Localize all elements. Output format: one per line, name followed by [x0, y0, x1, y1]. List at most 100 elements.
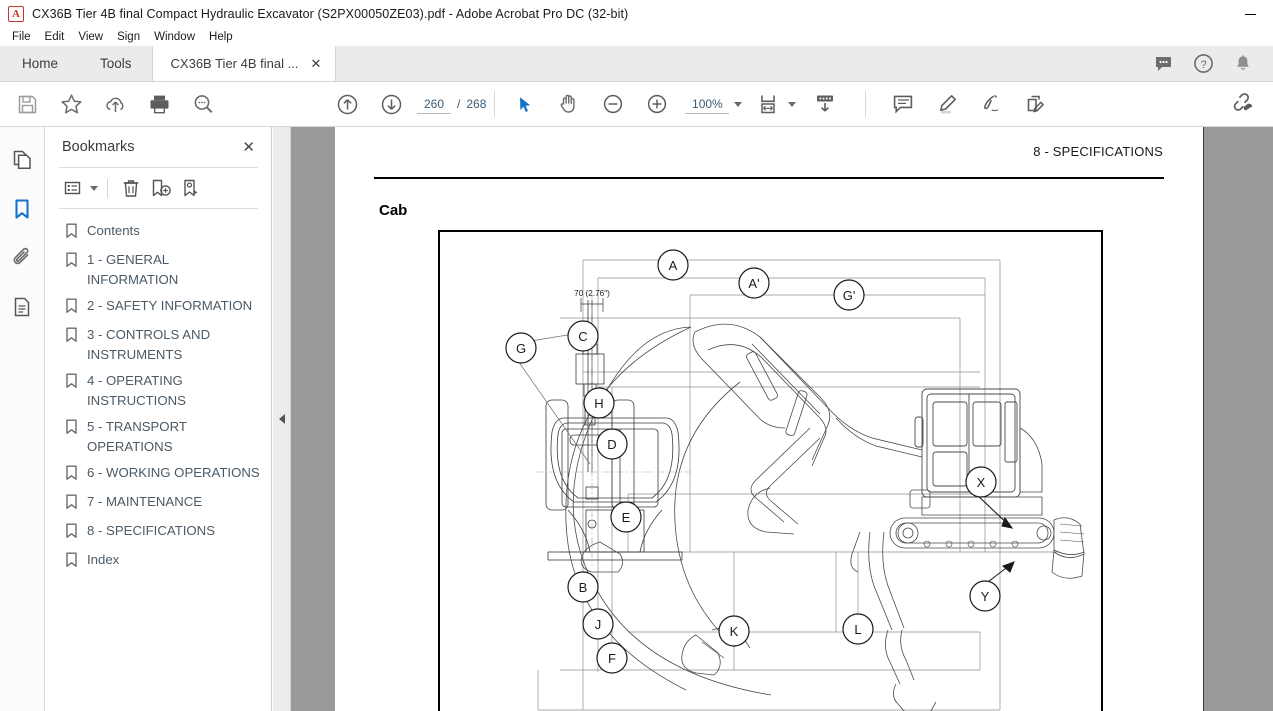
callout-G-prime: G' [833, 279, 865, 311]
bookmarks-panel: Bookmarks ✕ Contents 1 - GENERAL INFORMA… [46, 127, 272, 711]
bookmark-item-contents[interactable]: Contents [46, 218, 271, 247]
new-bookmark-icon[interactable] [147, 175, 175, 201]
comment-bubble-icon[interactable] [1151, 52, 1175, 76]
page-navigation: / 268 [417, 94, 486, 114]
figure-frame: 70 (2.76") A A' G' C G H D E X B J F K L… [438, 230, 1103, 711]
bookmark-item-label: Contents [87, 223, 140, 238]
callout-label: A [669, 258, 678, 273]
bookmark-item-maintenance[interactable]: 7 - MAINTENANCE [46, 489, 271, 518]
callout-H: H [583, 387, 615, 419]
callout-C: C [567, 320, 599, 352]
bookmark-icon [65, 465, 78, 486]
callout-X: X [965, 466, 997, 498]
page-display-icon[interactable] [810, 89, 840, 119]
minimize-button[interactable] [1228, 0, 1273, 28]
menu-file[interactable]: File [5, 28, 38, 46]
pdf-page[interactable]: 8 - SPECIFICATIONS Cab 70 (2.76") A A' G… [335, 127, 1204, 711]
close-icon[interactable]: ✕ [242, 140, 255, 155]
hand-tool-icon[interactable] [554, 89, 584, 119]
bookmarks-panel-title: Bookmarks [62, 139, 135, 155]
minimize-icon [1245, 13, 1256, 15]
document-background-right [1204, 127, 1273, 711]
fit-page-chevron-down-icon[interactable] [788, 101, 797, 107]
fill-and-sign-icon[interactable] [1020, 89, 1050, 119]
delete-bookmark-icon[interactable] [117, 175, 145, 201]
bookmark-item-specifications[interactable]: 8 - SPECIFICATIONS [46, 518, 271, 547]
tab-document-label: CX36B Tier 4B final ... [170, 56, 299, 71]
print-icon[interactable] [144, 89, 174, 119]
bookmark-icon [65, 298, 78, 319]
sign-icon[interactable] [976, 89, 1006, 119]
bookmarks-icon[interactable] [7, 194, 37, 224]
highlight-icon[interactable] [932, 89, 962, 119]
bookmark-item-label: 3 - CONTROLS AND INSTRUMENTS [87, 327, 211, 362]
select-cursor-icon[interactable] [510, 89, 540, 119]
acrobat-logo-glyph: A [12, 7, 20, 20]
bookmark-item-general-information[interactable]: 1 - GENERAL INFORMATION [46, 247, 271, 293]
bookmark-item-operating-instructions[interactable]: 4 - OPERATING INSTRUCTIONS [46, 368, 271, 414]
callout-label: X [977, 475, 986, 490]
navigation-pane-rail [0, 127, 45, 711]
title-bar: A CX36B Tier 4B final Compact Hydraulic … [0, 0, 1273, 28]
notifications-bell-icon[interactable] [1231, 52, 1255, 76]
bookmark-item-working-operations[interactable]: 6 - WORKING OPERATIONS [46, 460, 271, 489]
menu-edit[interactable]: Edit [38, 28, 72, 46]
document-background-left [291, 127, 335, 711]
callout-label: Y [981, 589, 990, 604]
callout-label: B [579, 580, 588, 595]
bookmark-item-transport-operations[interactable]: 5 - TRANSPORT OPERATIONS [46, 414, 271, 460]
page-number-input[interactable] [417, 94, 451, 114]
close-icon[interactable]: ✕ [310, 57, 321, 70]
bookmark-item-safety-information[interactable]: 2 - SAFETY INFORMATION [46, 293, 271, 322]
zoom-level-input[interactable] [685, 94, 730, 114]
menu-window[interactable]: Window [147, 28, 202, 46]
bookmark-item-label: 2 - SAFETY INFORMATION [87, 298, 253, 313]
menu-view[interactable]: View [71, 28, 110, 46]
tab-home[interactable]: Home [0, 46, 80, 81]
tab-strip: Home Tools CX36B Tier 4B final ... ✕ ? [0, 46, 1273, 82]
callout-B: B [567, 571, 599, 603]
page-thumbnails-icon[interactable] [7, 145, 37, 175]
next-page-icon[interactable] [376, 89, 406, 119]
bookmarks-toolbar-divider [107, 178, 108, 198]
callout-L: L [842, 613, 874, 645]
zoom-in-icon[interactable] [642, 89, 672, 119]
help-icon[interactable]: ? [1191, 52, 1215, 76]
collapse-navigation-pane-button[interactable] [273, 127, 291, 711]
bookmark-icon [65, 373, 78, 394]
tab-document[interactable]: CX36B Tier 4B final ... ✕ [151, 46, 337, 81]
callout-K: K [718, 615, 750, 647]
search-icon[interactable] [188, 89, 218, 119]
callout-F: F [596, 642, 628, 674]
bookmark-options-chevron-down-icon[interactable] [90, 185, 98, 191]
bookmark-item-index[interactable]: Index [46, 547, 271, 576]
callout-label: F [608, 651, 616, 666]
bookmark-item-controls-and-instruments[interactable]: 3 - CONTROLS AND INSTRUMENTS [46, 322, 271, 368]
bookmark-item-label: 5 - TRANSPORT OPERATIONS [87, 419, 187, 454]
tab-tools[interactable]: Tools [80, 46, 152, 81]
callout-G: G [505, 332, 537, 364]
menu-help[interactable]: Help [202, 28, 240, 46]
callout-label: G' [843, 288, 856, 303]
zoom-control [685, 94, 743, 114]
bookmark-icon [65, 252, 78, 273]
figure-dimension-note: 70 (2.76") [574, 289, 610, 298]
callout-label: E [622, 510, 631, 525]
callout-J: J [582, 608, 614, 640]
share-link-icon[interactable] [1225, 89, 1255, 119]
edit-bookmark-icon[interactable] [177, 175, 205, 201]
callout-label: C [578, 329, 587, 344]
fit-page-icon[interactable] [755, 89, 785, 119]
upload-cloud-icon[interactable] [100, 89, 130, 119]
zoom-out-icon[interactable] [598, 89, 628, 119]
attachments-icon[interactable] [7, 243, 37, 273]
add-comment-icon[interactable] [888, 89, 918, 119]
bookmark-options-icon[interactable] [59, 175, 87, 201]
chevron-down-icon[interactable] [734, 101, 743, 107]
menu-sign[interactable]: Sign [110, 28, 147, 46]
previous-page-icon[interactable] [332, 89, 362, 119]
save-icon[interactable] [12, 89, 42, 119]
svg-text:?: ? [1200, 59, 1206, 71]
star-icon[interactable] [56, 89, 86, 119]
layers-icon[interactable] [7, 292, 37, 322]
